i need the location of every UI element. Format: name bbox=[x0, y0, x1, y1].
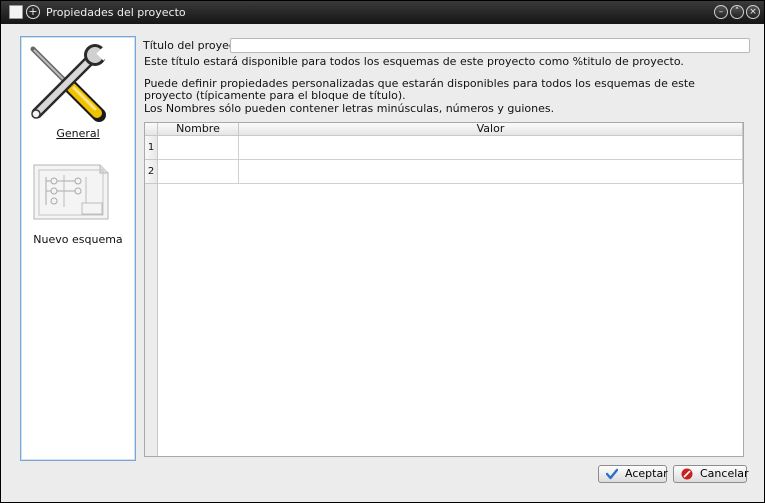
schema-icon bbox=[33, 164, 109, 220]
plus-icon[interactable]: + bbox=[26, 5, 40, 19]
checkmark-icon bbox=[606, 468, 618, 480]
row-header-area bbox=[145, 184, 158, 456]
row-header[interactable]: 2 bbox=[145, 160, 158, 184]
accept-button[interactable]: Aceptar bbox=[598, 465, 668, 483]
column-header-nombre[interactable]: Nombre bbox=[158, 123, 239, 136]
title-info-text: Este título estará disponible para todos… bbox=[144, 55, 684, 68]
custom-properties-text: Puede definir propiedades personalizadas… bbox=[144, 77, 695, 102]
tools-icon bbox=[30, 44, 110, 122]
names-rule-text: Los Nombres sólo pueden contener letras … bbox=[144, 102, 555, 115]
project-properties-dialog: + Propiedades del proyecto – ˄ × General… bbox=[0, 0, 765, 503]
project-title-input[interactable] bbox=[230, 38, 750, 53]
sidebar-item-label: Nuevo esquema bbox=[33, 233, 123, 246]
close-button[interactable]: × bbox=[746, 5, 760, 19]
accept-button-label: Aceptar bbox=[625, 467, 668, 480]
category-sidebar: General Nuevo esquema bbox=[20, 36, 136, 461]
cancel-button-label: Cancelar bbox=[700, 467, 749, 480]
table-corner bbox=[145, 123, 158, 136]
cancel-icon bbox=[681, 468, 693, 480]
row-header[interactable]: 1 bbox=[145, 136, 158, 160]
table-cell-value[interactable] bbox=[239, 160, 743, 184]
cancel-button[interactable]: Cancelar bbox=[673, 465, 749, 483]
title-bar: + Propiedades del proyecto – ˄ × bbox=[1, 1, 764, 24]
column-header-valor[interactable]: Valor bbox=[239, 123, 743, 136]
table-cell-value[interactable] bbox=[239, 136, 743, 160]
sidebar-item-label: General bbox=[56, 127, 100, 140]
document-icon bbox=[9, 5, 23, 19]
sidebar-item-nuevo-esquema[interactable]: Nuevo esquema bbox=[21, 159, 135, 249]
sidebar-item-general[interactable]: General bbox=[21, 43, 135, 143]
table-cell-name[interactable] bbox=[158, 160, 239, 184]
custom-properties-table: Nombre Valor 1 2 bbox=[144, 122, 744, 457]
maximize-button[interactable]: ˄ bbox=[730, 5, 744, 19]
minimize-button[interactable]: – bbox=[714, 5, 728, 19]
table-cell-name[interactable] bbox=[158, 136, 239, 160]
window-title: Propiedades del proyecto bbox=[46, 6, 186, 19]
